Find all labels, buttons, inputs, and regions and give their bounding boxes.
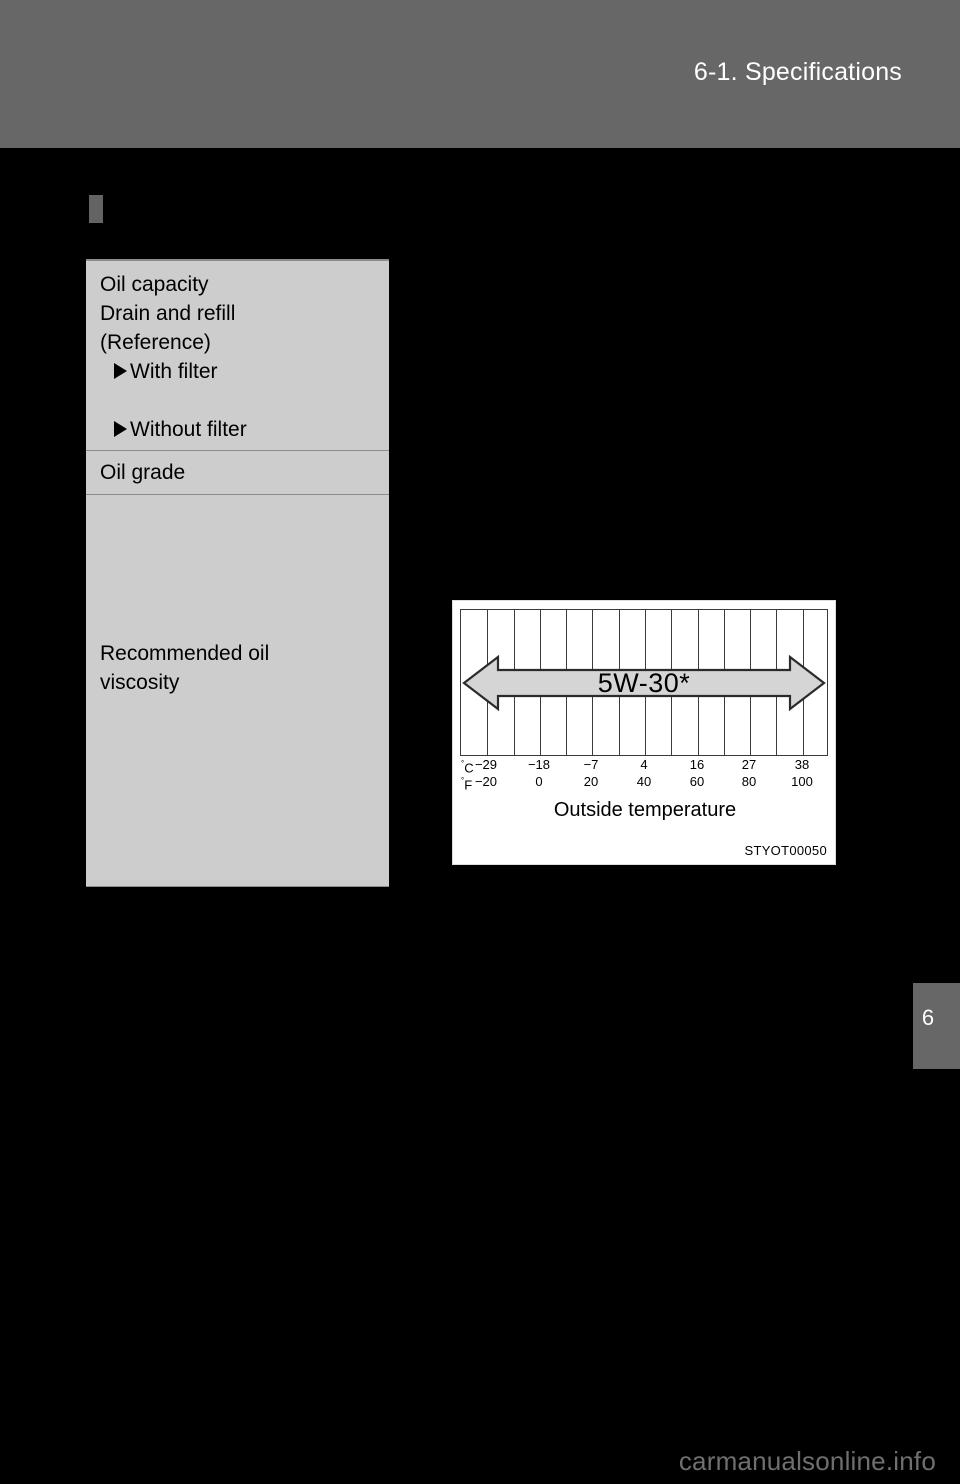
chapter-tab: 6 — [913, 983, 960, 1069]
with-filter-item: With filter — [100, 357, 389, 386]
fahrenheit-tick-label: −20 — [474, 774, 498, 789]
fahrenheit-tick-label: 40 — [636, 774, 652, 789]
celsius-scale-row: °C −29 −18 −7 4 16 27 38 — [460, 756, 828, 775]
drain-and-refill-label: Drain and refill — [100, 302, 236, 325]
fahrenheit-tick-label: 0 — [535, 774, 543, 789]
section-marker-icon — [89, 195, 103, 223]
table-row: Recommended oil viscosity — [86, 494, 389, 886]
specifications-table: Oil capacity Drain and refill (Reference… — [86, 259, 389, 887]
triangle-bullet-icon — [114, 421, 127, 437]
table-row: Oil grade — [86, 450, 389, 494]
viscosity-range-arrow: 5W-30* — [460, 653, 828, 713]
page-header-band: 6-1. Specifications — [0, 0, 960, 148]
celsius-tick-label: 38 — [794, 757, 810, 772]
fahrenheit-tick-label: 80 — [741, 774, 757, 789]
fahrenheit-unit-label: °F — [461, 776, 473, 793]
figure-caption: Outside temperature — [553, 799, 737, 821]
table-row: Oil capacity Drain and refill (Reference… — [86, 261, 389, 450]
fahrenheit-tick-label: 20 — [583, 774, 599, 789]
celsius-tick-label: 4 — [640, 757, 648, 772]
without-filter-label: Without filter — [130, 418, 247, 441]
without-filter-item: Without filter — [100, 415, 389, 444]
triangle-bullet-icon — [114, 363, 127, 379]
oil-grade-label: Oil grade — [100, 461, 186, 484]
recommended-oil-viscosity-line2: viscosity — [100, 671, 180, 694]
oil-capacity-label: Oil capacity — [100, 273, 209, 296]
celsius-tick-label: −29 — [474, 757, 498, 772]
fahrenheit-scale-row: °F −20 0 20 40 60 80 100 — [460, 773, 828, 793]
celsius-tick-label: 27 — [741, 757, 757, 772]
row-spacer — [100, 386, 389, 415]
recommended-oil-viscosity-label: Recommended oil viscosity — [100, 639, 340, 697]
celsius-tick-label: −7 — [583, 757, 599, 772]
site-watermark: carmanualsonline.info — [678, 1446, 936, 1476]
fahrenheit-tick-label: 60 — [689, 774, 705, 789]
with-filter-label: With filter — [130, 360, 218, 383]
recommended-oil-viscosity-line1: Recommended oil — [100, 642, 270, 665]
viscosity-chart-figure: 5W-30* °C −29 −18 −7 4 16 27 38 °F −20 0 20 40 60 8… — [452, 600, 836, 865]
reference-label: (Reference) — [100, 331, 211, 354]
chapter-tab-number: 6 — [921, 1005, 935, 1030]
figure-reference-code: STYOT00050 — [744, 843, 827, 858]
temperature-scale: °C −29 −18 −7 4 16 27 38 °F −20 0 20 40 60 80 100 — [460, 756, 828, 796]
fahrenheit-tick-label: 100 — [791, 774, 813, 789]
viscosity-grade-label: 5W-30* — [597, 667, 691, 698]
celsius-tick-label: 16 — [689, 757, 705, 772]
celsius-tick-label: −18 — [527, 757, 551, 772]
page-title: 6-1. Specifications — [693, 58, 902, 86]
